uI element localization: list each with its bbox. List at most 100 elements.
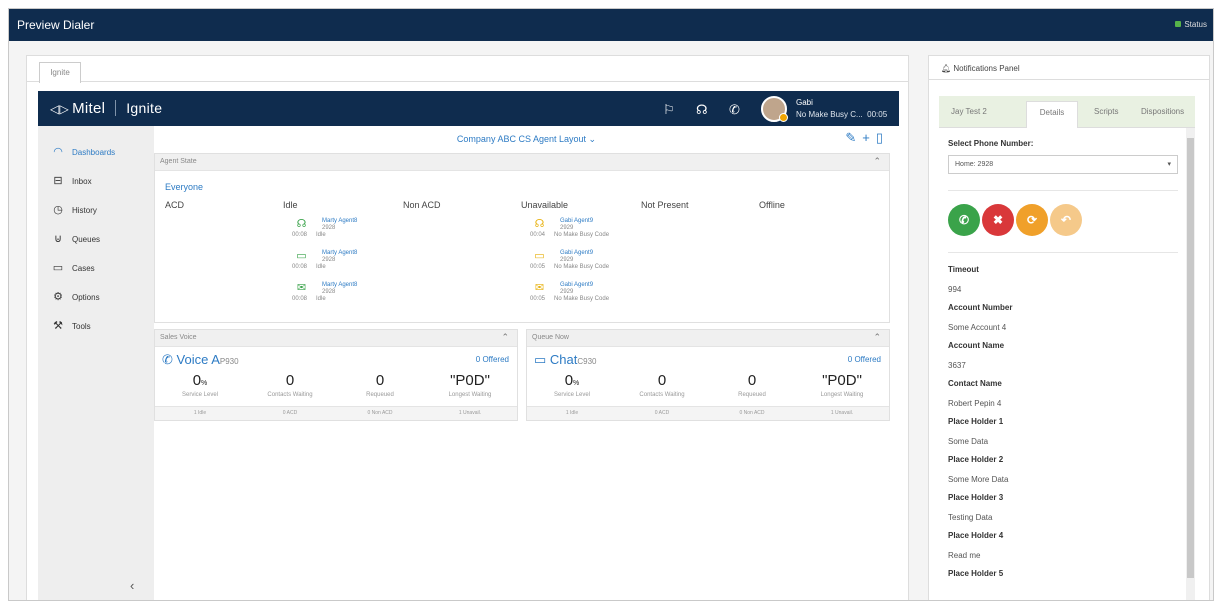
sidebar-item-inbox[interactable]: ⊟ Inbox <box>50 173 91 189</box>
contact-panel: Jay Test 2 Details Scripts Dispositions Sel… <box>939 96 1195 600</box>
collapse-icon[interactable]: ⌃ <box>501 332 509 343</box>
footer-count: 1 Idle <box>565 410 579 416</box>
user-status: No Make Busy C... 00:05 <box>796 110 888 119</box>
sidebar-item-label: History <box>72 206 97 215</box>
field-label: Place Holder 1 <box>948 417 1004 426</box>
agent-extension: 2929 <box>560 257 574 263</box>
status-label: Status <box>1184 20 1207 29</box>
agent-card[interactable]: Gabi Agent9 2929 <box>560 218 593 232</box>
agent-name: Gabi Agent9 <box>560 250 594 256</box>
agent-extension: 2928 <box>322 289 336 295</box>
agent-time: 00:08 <box>292 264 308 270</box>
column-header: Not Present <box>641 200 689 210</box>
agent-card[interactable]: Marty Agent8 2928 <box>322 218 357 232</box>
notifications-panel: 🔔︎ Notifications Panel Jay Test 2 Details… <box>928 55 1210 600</box>
tab-ignite[interactable]: Ignite <box>39 62 81 83</box>
stat-label: Contacts Waiting <box>639 392 685 398</box>
queue-name[interactable]: ✆ Voice AP930 <box>162 352 239 368</box>
edit-icon[interactable]: ✎ <box>845 130 862 145</box>
stat-value: 0 <box>192 372 202 389</box>
field-label: Place Holder 5 <box>948 569 1004 578</box>
phone-icon[interactable]: ✆ <box>729 102 740 118</box>
sidebar-item-queues[interactable]: ⊍ Queues <box>50 231 100 247</box>
field-value: Some Account 4 <box>948 323 1007 332</box>
delete-icon[interactable]: ▯ <box>876 130 889 145</box>
gear-icon: ⚙ <box>53 291 63 303</box>
notifications-header: 🔔︎ Notifications Panel <box>929 56 1209 80</box>
field-label: Timeout <box>948 265 979 274</box>
queue-widget-header: Queue Now ⌃ <box>527 330 889 347</box>
status-indicator[interactable]: Status <box>1175 20 1207 29</box>
user-name: Gabi <box>796 98 813 107</box>
stat-label: Longest Waiting <box>820 392 864 398</box>
tab-jay-test-2[interactable]: Jay Test 2 <box>951 107 987 116</box>
agent-state: No Make Busy Code <box>554 232 610 238</box>
avatar[interactable] <box>761 96 788 122</box>
agent-time: 00:05 <box>530 264 546 270</box>
queue-stat: 0 Requeued <box>335 372 425 398</box>
email-icon: ✉ <box>534 282 545 294</box>
add-icon[interactable]: + <box>862 130 876 145</box>
agent-card[interactable]: Marty Agent8 2928 <box>322 250 357 264</box>
inbox-icon: ⊟ <box>53 175 63 187</box>
agent-state: No Make Busy Code <box>554 296 610 302</box>
headset-icon[interactable]: ☊ <box>696 102 708 118</box>
column-header: ACD <box>165 200 185 210</box>
column-header: Non ACD <box>403 200 441 210</box>
collapse-icon[interactable]: ⌃ <box>873 156 881 167</box>
layout-selector[interactable]: Company ABC CS Agent Layout ⌄ <box>154 134 899 145</box>
agent-name: Marty Agent8 <box>322 218 358 224</box>
accept-call-button[interactable]: ✆ <box>948 204 980 236</box>
return-call-button[interactable]: ↶ <box>1050 204 1082 236</box>
agent-card[interactable]: Marty Agent8 2928 <box>322 282 357 296</box>
chat-icon: ▭ <box>534 250 545 262</box>
dashboard: Company ABC CS Agent Layout ⌄ ✎+▯ Agent … <box>154 126 899 600</box>
megaphone-icon[interactable]: ⚐ <box>663 102 675 118</box>
stat-label: Contacts Waiting <box>267 392 313 398</box>
collapse-icon[interactable]: ⌃ <box>873 332 881 343</box>
skip-call-button[interactable]: ⟳ <box>1016 204 1048 236</box>
stat-value: "P0D" <box>822 372 862 389</box>
reject-call-button[interactable]: ✖ <box>982 204 1014 236</box>
agent-time: 00:08 <box>292 296 308 302</box>
contact-tabs: Jay Test 2 Details Scripts Dispositions <box>939 96 1195 128</box>
sidebar-item-cases[interactable]: ▭ Cases <box>50 260 95 276</box>
stat-value: 0 <box>285 372 295 389</box>
product-name: Ignite <box>126 100 163 116</box>
scrollbar[interactable] <box>1186 128 1195 600</box>
agent-name: Marty Agent8 <box>322 250 358 256</box>
sidebar-item-tools[interactable]: ⚒ Tools <box>50 318 91 334</box>
agent-state: No Make Busy Code <box>554 264 610 270</box>
footer-count: 0 Non ACD <box>739 410 765 416</box>
queue-stat: 0% Service Level <box>155 372 245 398</box>
queue-footer: 1 Idle 0 ACD 0 Non ACD 1 Unavail. <box>155 406 517 420</box>
agent-time: 00:04 <box>530 232 546 238</box>
ignite-app: ◁▷ Mitel Ignite ⚐ ☊ ✆ Gabi No Make Busy C.… <box>38 91 899 600</box>
sidebar-item-dashboards[interactable]: ◠ Dashboards <box>50 144 115 160</box>
queue-name[interactable]: ▭ ChatC930 <box>534 352 597 368</box>
agent-card[interactable]: Gabi Agent9 2929 <box>560 282 593 296</box>
stat-value: "P0D" <box>450 372 490 389</box>
headset-icon: ☊ <box>534 218 545 230</box>
agent-filter[interactable]: Everyone <box>165 182 203 192</box>
queue-code: P930 <box>219 357 239 366</box>
stat-label: Requeued <box>738 392 766 398</box>
collapse-sidebar-icon[interactable]: ‹ <box>130 578 134 593</box>
sidebar-item-options[interactable]: ⚙ Options <box>50 289 100 305</box>
footer-count: 0 Non ACD <box>367 410 393 416</box>
status-badge <box>779 113 788 122</box>
agent-card[interactable]: Gabi Agent9 2929 <box>560 250 593 264</box>
sidebar-item-history[interactable]: ◷ History <box>50 202 97 218</box>
phone-number-select[interactable]: Home: 2928 ▾ <box>948 155 1178 174</box>
phone-number-label: Select Phone Number: <box>948 139 1034 148</box>
headset-icon: ☊ <box>296 218 307 230</box>
agent-name: Marty Agent8 <box>322 282 358 288</box>
tab-dispositions[interactable]: Dispositions <box>1141 107 1184 116</box>
main-panel: Ignite ◁▷ Mitel Ignite ⚐ ☊ ✆ Gabi No Make … <box>26 55 909 600</box>
field-label: Place Holder 4 <box>948 531 1004 540</box>
tab-details[interactable]: Details <box>1026 101 1078 128</box>
layout-tools: ✎+▯ <box>845 130 889 146</box>
tab-scripts[interactable]: Scripts <box>1094 107 1118 116</box>
sidebar-item-label: Tools <box>72 322 91 331</box>
field-label: Place Holder 3 <box>948 493 1004 502</box>
